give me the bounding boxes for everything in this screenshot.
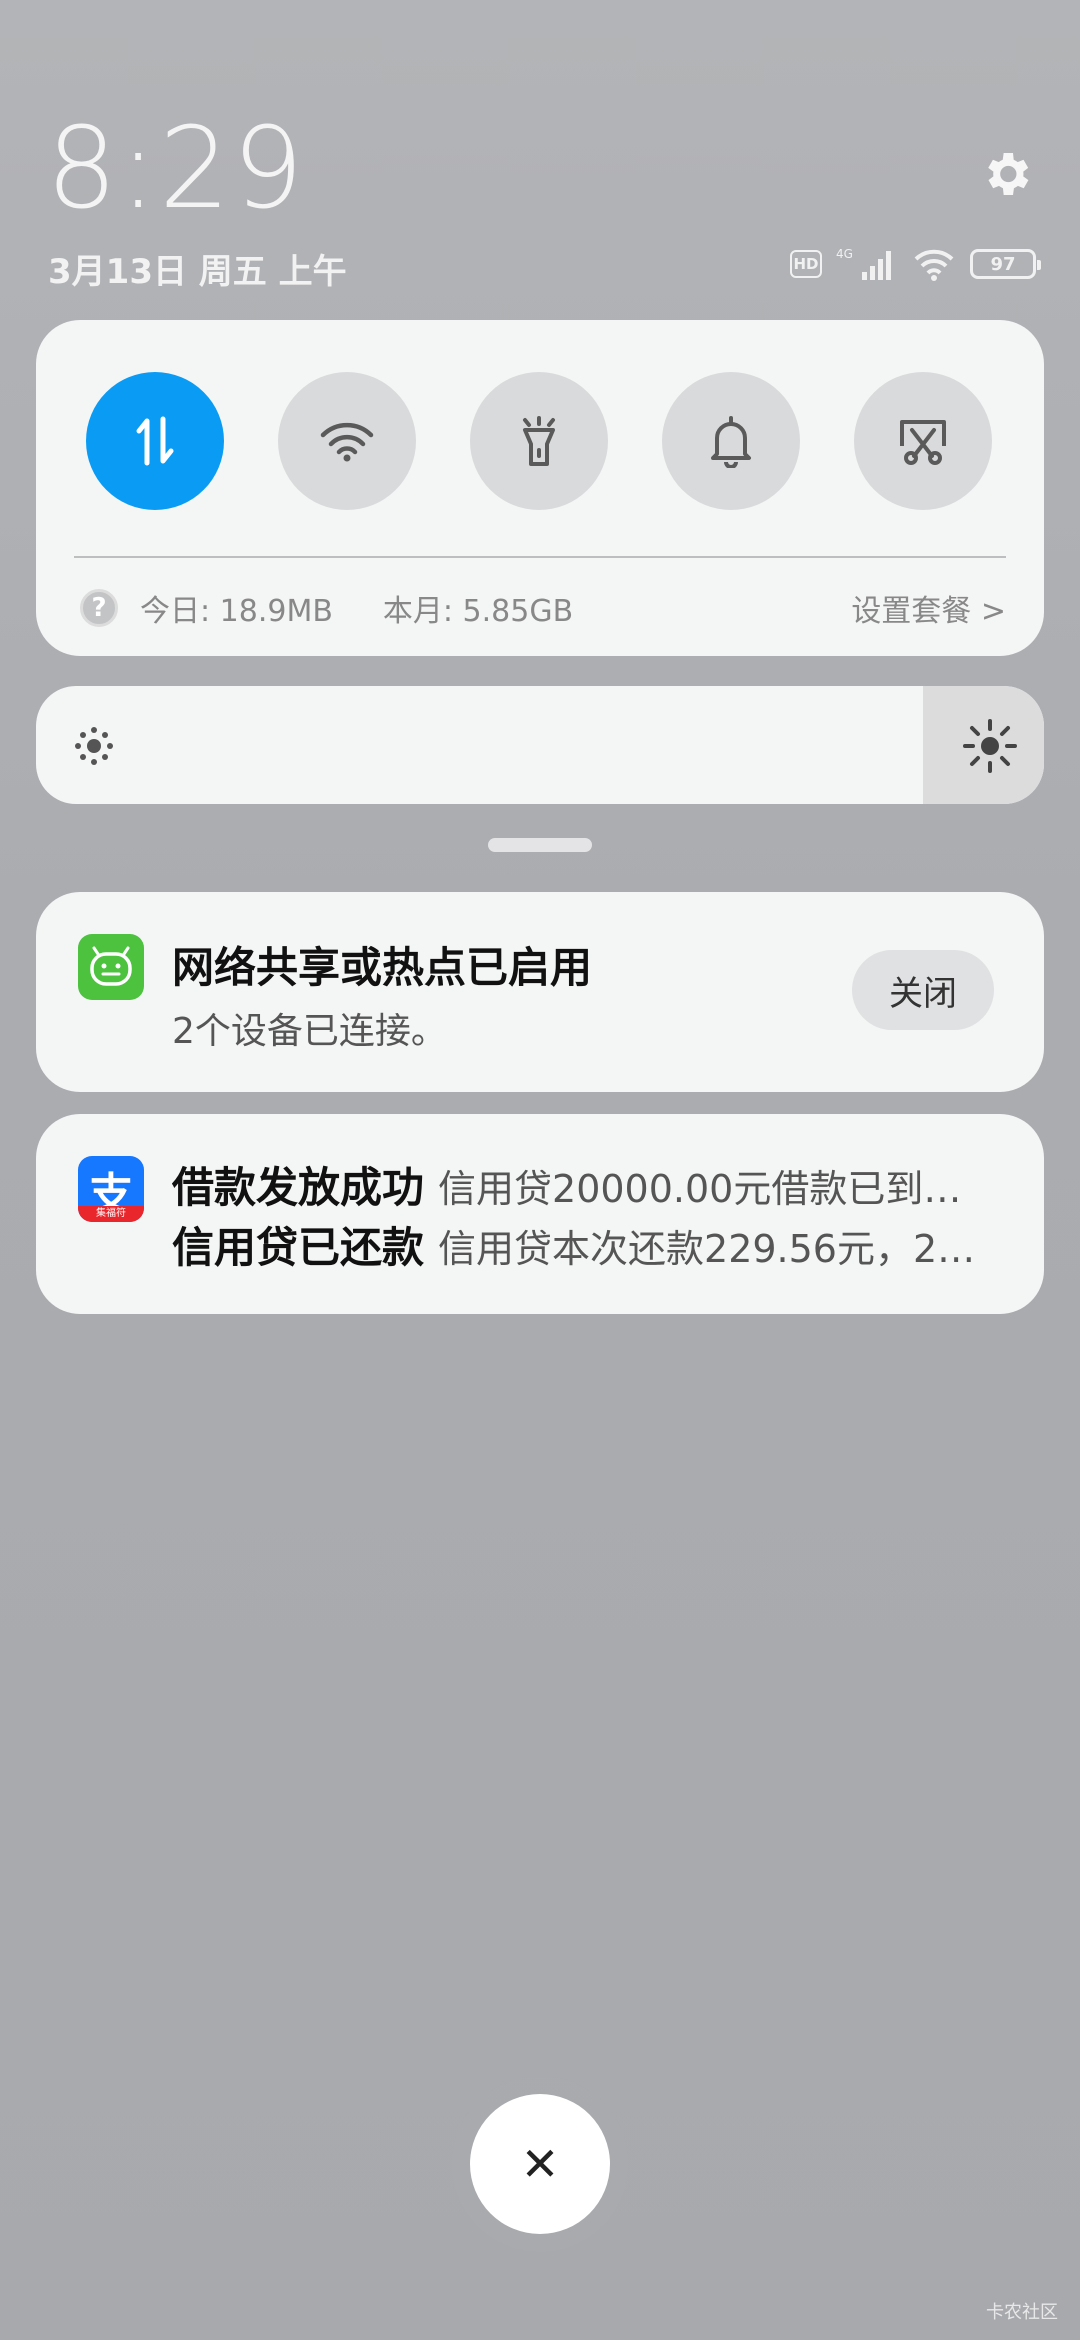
sound-toggle[interactable] [662,372,800,510]
close-hotspot-button[interactable]: 关闭 [852,950,994,1030]
status-icons: HD 4G 97 [790,246,1041,282]
notification-item[interactable]: 信用贷已还款 信用贷本次还款229.56元，2期已还清 [172,1214,988,1275]
clock: 8:29 [46,104,306,234]
network-type: 4G [836,247,853,261]
notification-item-title: 借款发放成功 [172,1163,425,1212]
today-usage: 今日: 18.9MB [140,594,333,629]
notification-body: 2个设备已连接。 [172,1011,447,1052]
screenshot-toggle[interactable] [854,372,992,510]
panel-drag-handle[interactable] [488,838,592,852]
hd-badge: HD [790,250,822,278]
arrows-updown-icon [136,416,174,466]
brightness-slider[interactable] [36,686,1044,804]
notification-item-body: 信用贷20000.00元借款已到账，请注意查收 [438,1167,988,1211]
wifi-icon [320,422,374,462]
hotspot-app-icon [78,934,144,1000]
alipay-badge: 集福符 [78,1206,144,1222]
close-icon: ✕ [520,2137,560,2191]
flashlight-toggle[interactable] [470,372,608,510]
divider [74,556,1006,558]
hotspot-notification[interactable]: 网络共享或热点已启用 2个设备已连接。 关闭 [36,892,1044,1092]
notification-item-body: 信用贷本次还款229.56元，2期已还清 [438,1227,988,1271]
data-usage-row: ? 今日: 18.9MB 本月: 5.85GB 设置套餐 > [80,586,1006,630]
clear-all-button[interactable]: ✕ [470,2094,610,2234]
mobile-data-toggle[interactable] [86,372,224,510]
scissors-screenshot-icon [900,420,946,465]
date-label: 3月13日 周五 上午 [48,252,347,292]
brightness-high-icon [963,719,1017,773]
brightness-low-icon [75,727,113,765]
android-face-icon [90,946,132,986]
bell-icon [711,416,751,468]
battery-indicator: 97 [970,249,1041,279]
plan-settings-link[interactable]: 设置套餐 > [851,586,1006,630]
month-usage: 本月: 5.85GB [382,594,574,629]
gear-icon[interactable] [978,146,1034,202]
wifi-toggle[interactable] [278,372,416,510]
notification-item-title: 信用贷已还款 [172,1223,425,1272]
help-icon[interactable]: ? [80,589,118,627]
alipay-app-icon: 支 集福符 [78,1156,144,1222]
signal-icon: 4G [836,247,891,280]
wifi-status-icon [914,249,954,281]
quick-settings-panel: ? 今日: 18.9MB 本月: 5.85GB 设置套餐 > [36,320,1044,656]
flashlight-icon [523,416,555,466]
notification-title: 网络共享或热点已启用 [172,943,593,992]
watermark: 卡农社区 [986,2302,1058,2323]
alipay-notification[interactable]: 支 集福符 借款发放成功 信用贷20000.00元借款已到账，请注意查收 信用贷… [36,1114,1044,1314]
notification-item[interactable]: 借款发放成功 信用贷20000.00元借款已到账，请注意查收 [172,1154,988,1215]
